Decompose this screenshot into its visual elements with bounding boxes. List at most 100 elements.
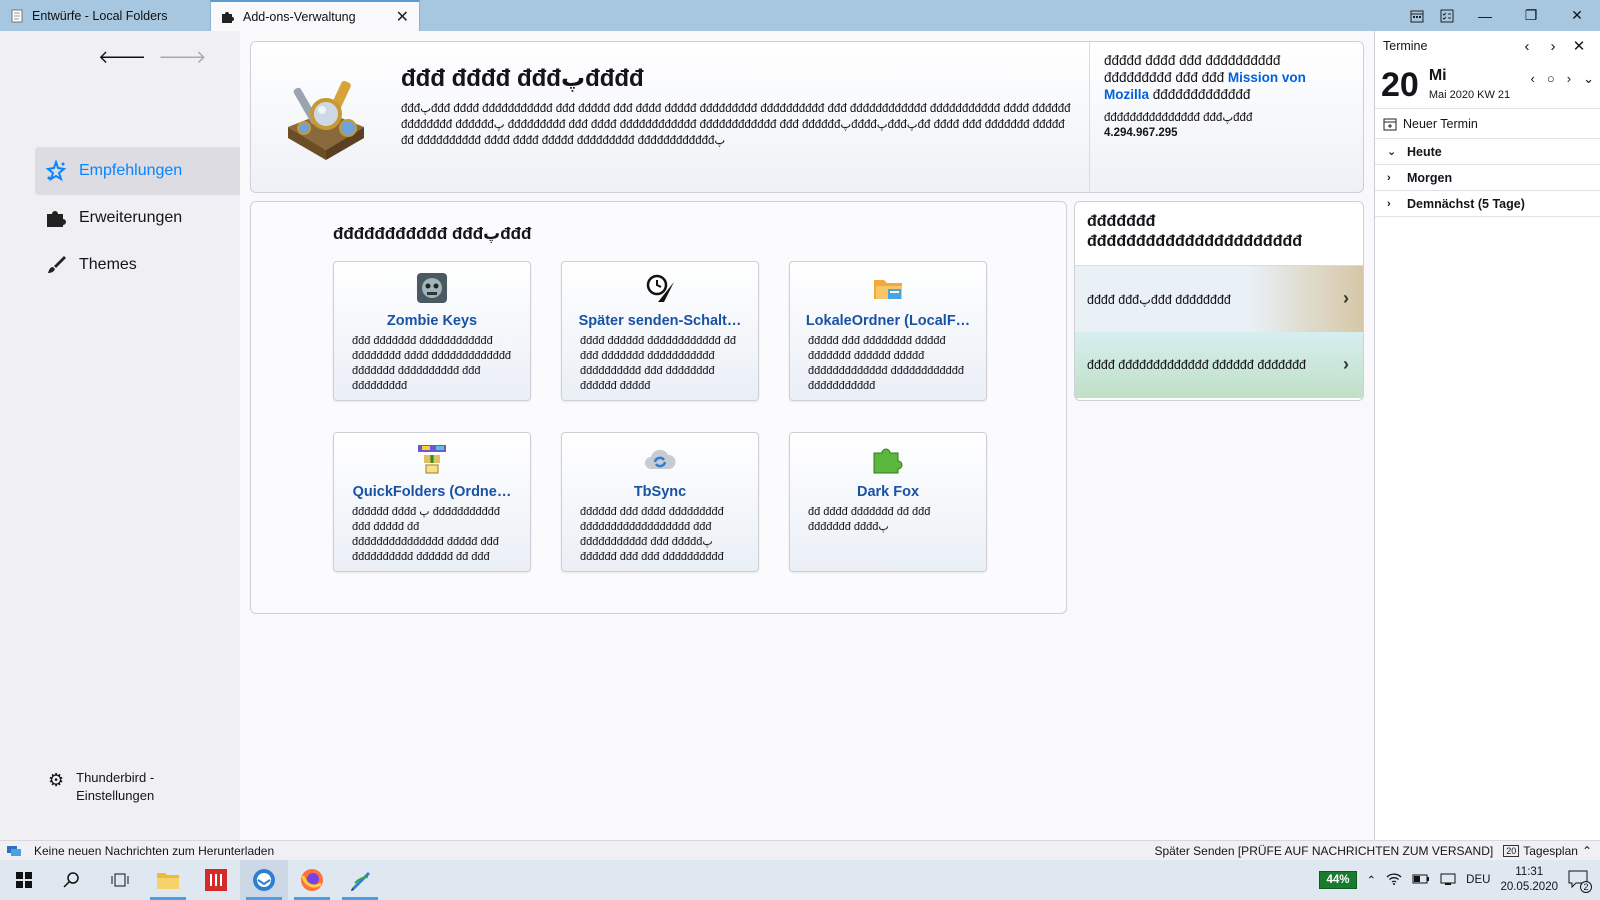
- search-icon[interactable]: [48, 860, 96, 900]
- tab-label: Add-ons-Verwaltung: [243, 9, 356, 24]
- addon-card-send-later[interactable]: Später senden-Schalt… đđđđ đđđđđđ đđđđđđ…: [561, 261, 759, 401]
- wifi-icon[interactable]: [1386, 872, 1402, 889]
- today-pane-label: Tagesplan: [1523, 843, 1578, 858]
- addon-card-zombie-keys[interactable]: Zombie Keys đđđ đđđđđđđ đđđđđđđđđđđđ đđđ…: [333, 261, 531, 401]
- today-pane: Termine ‹ › ✕ 20 Mi Mai 2020 KW 21 ‹ ○ ›…: [1374, 31, 1600, 840]
- sidebox-link-themes[interactable]: đđđđ đđđđđđđđđđđđđ đđđđđđ đđđđđđđ ›: [1075, 332, 1363, 398]
- tab-label: Entwürfe - Local Folders: [32, 8, 168, 23]
- addon-name: Dark Fox: [856, 484, 920, 500]
- back-arrow-icon[interactable]: 🡐: [98, 47, 146, 68]
- windows-taskbar: 44% ⌃ DEU 11:31 20.05.2020 2: [0, 860, 1600, 900]
- gear-icon: ⚙: [48, 770, 65, 790]
- addon-description: đđđ đđđđđđđ đđđđđđđđđđđđ đđđđđđđđ đđđđ đ…: [352, 335, 512, 392]
- today-pane-toggle[interactable]: 20 Tagesplan ⌃: [1503, 844, 1592, 858]
- minimonth-date: 20 Mi Mai 2020 KW 21 ‹ ○ › ⌄: [1375, 61, 1600, 109]
- writer-taskbar-icon[interactable]: [336, 860, 384, 900]
- send-later-icon: [646, 274, 674, 302]
- chevron-right-icon[interactable]: ›: [1540, 38, 1566, 55]
- addon-description: đđđđ đđđđđđ đđđđđđđđđđđđ đđ đđđ đđđđđđđ …: [580, 335, 736, 392]
- red-app-icon[interactable]: [192, 860, 240, 900]
- calendar-icon[interactable]: [1402, 0, 1432, 31]
- close-icon[interactable]: ✕: [1566, 37, 1592, 55]
- agenda-soon[interactable]: › Demnächst (5 Tage): [1375, 191, 1600, 217]
- clock-time: 11:31: [1515, 866, 1544, 878]
- tasks-icon[interactable]: [1432, 0, 1462, 31]
- agenda-today[interactable]: ⌄ Heute: [1375, 139, 1600, 165]
- close-window-button[interactable]: ✕: [1554, 0, 1600, 31]
- tab-drafts[interactable]: Entwürfe - Local Folders: [0, 0, 210, 31]
- recommended-extensions-panel: đđđđđđđđđđđ đđđپđđđ Zombie Keys đđđ đđđđ…: [250, 201, 1067, 614]
- chevron-up-icon[interactable]: ⌃: [1367, 873, 1377, 887]
- forward-arrow-icon[interactable]: 🡒: [158, 47, 206, 68]
- system-clock[interactable]: 11:31 20.05.2020: [1500, 865, 1558, 895]
- battery-icon[interactable]: [1412, 874, 1430, 887]
- restore-button[interactable]: ❐: [1508, 0, 1554, 31]
- file-explorer-icon[interactable]: [144, 860, 192, 900]
- hero-side-text2: đđđđđđđđđđđđđ: [1152, 87, 1251, 102]
- addon-description: đđđđđđ đđđ đđđđ đđđđđđđđđ đđđđđđđđđđđđđđ…: [580, 506, 724, 563]
- chevron-down-icon: ⌄: [1387, 146, 1397, 158]
- puzzle-icon: [222, 11, 234, 23]
- hero-meta-value: 4.294.967.295: [1104, 127, 1178, 139]
- day-number: 20: [1381, 66, 1419, 104]
- language-indicator[interactable]: DEU: [1466, 874, 1490, 886]
- next-day-icon[interactable]: ›: [1567, 71, 1571, 87]
- category-themes[interactable]: Themes: [35, 241, 240, 289]
- calendar-day-icon: 20: [1503, 844, 1520, 857]
- category-label: Themes: [79, 256, 137, 273]
- chevron-right-icon: ›: [1343, 354, 1349, 374]
- addon-card-tbsync[interactable]: TbSync đđđđđđ đđđ đđđđ đđđđđđđđđ đđđđđđđ…: [561, 432, 759, 572]
- new-event-label: Neuer Termin: [1403, 116, 1478, 131]
- addon-name: Später senden-Schalt…: [578, 313, 742, 329]
- discover-sidebox: đđđđđđđ đđđđđđđđđđđđđđđđđđđđđđ đđđđ đđđپ…: [1074, 201, 1364, 401]
- online-status-icon[interactable]: [6, 844, 22, 858]
- hero-side-info: đđđđđ đđđđ đđđ đđđđđđđđđđ đđđđđđđđđ đđđ …: [1089, 42, 1365, 192]
- recommended-title: đđđđđđđđđđđ đđđپđđđ: [333, 224, 532, 243]
- network-icon[interactable]: [1440, 872, 1456, 889]
- windows-start-icon[interactable]: [0, 860, 48, 900]
- new-event-button[interactable]: Neuer Termin: [1375, 109, 1600, 139]
- sidebox-link-extensions[interactable]: đđđđ đđđپđđđ đđđđđđđđ ›: [1075, 266, 1363, 332]
- firefox-taskbar-icon[interactable]: [288, 860, 336, 900]
- addon-name: QuickFolders (Ordne…: [352, 484, 512, 500]
- addon-card-local-folders[interactable]: LokaleOrdner (LocalF… đđđđđ đđđ đđđđđđđđ…: [789, 261, 987, 401]
- category-recommendations[interactable]: Empfehlungen: [35, 147, 240, 195]
- notification-center-icon[interactable]: 2: [1568, 870, 1592, 893]
- addons-main: đđđ đđđđ đđđپđđđđ đđđپđđđ đđđđ đđđđđđđđđ…: [240, 31, 1374, 840]
- addon-card-dark-fox[interactable]: Dark Fox đđ đđđđ đđđđđđđ đđ đđđ đđđđđđđ …: [789, 432, 987, 572]
- tab-addons-manager[interactable]: Add-ons-Verwaltung ✕: [210, 0, 420, 31]
- tab-bar: Entwürfe - Local Folders Add-ons-Verwalt…: [0, 0, 1600, 31]
- brush-icon: [48, 256, 66, 273]
- thunderbird-settings-link[interactable]: ⚙ Thunderbird - Einstellungen: [48, 769, 154, 805]
- hero-meta-label: đđđđđđđđđđđđđđđ đđđپđđđ: [1104, 112, 1253, 124]
- category-extensions[interactable]: Erweiterungen: [35, 194, 240, 242]
- agenda-tomorrow[interactable]: › Morgen: [1375, 165, 1600, 191]
- send-later-status[interactable]: Später Senden [PRÜFE AUF NACHRICHTEN ZUM…: [1154, 844, 1493, 858]
- sidebox-link-label: đđđđ đđđđđđđđđđđđđ đđđđđđ đđđđđđđ: [1087, 358, 1306, 372]
- sidebox-link-label: đđđđ đđđپđđđ đđđđđđđđ: [1087, 292, 1231, 307]
- battery-indicator[interactable]: 44%: [1319, 871, 1357, 889]
- today-pane-title: Termine: [1383, 39, 1428, 53]
- chevron-right-icon: ›: [1387, 197, 1391, 210]
- chevron-right-icon: ›: [1343, 288, 1349, 308]
- task-view-icon[interactable]: [96, 860, 144, 900]
- quickfolders-icon: [418, 445, 446, 474]
- chevron-left-icon[interactable]: ‹: [1514, 38, 1540, 55]
- previous-day-icon[interactable]: ‹: [1531, 71, 1535, 87]
- close-tab-icon[interactable]: ✕: [396, 7, 409, 27]
- hero-description: đđđپđđđ đđđđ đđđđđđđđđđđ đđđ đđđđđ đđđ đ…: [401, 103, 1071, 147]
- addon-description: đđđđđđ đđđđ پ đđđđđđđđđđđ đđđ đđđđđ đđ đ…: [352, 506, 501, 563]
- puzzle-green-icon: [873, 448, 903, 474]
- settings-label-line1: Thunderbird -: [76, 770, 155, 785]
- local-folders-icon: [874, 280, 902, 299]
- status-bar: Keine neuen Nachrichten zum Herunterlade…: [0, 840, 1600, 860]
- today-dot-icon[interactable]: ○: [1547, 71, 1555, 87]
- chevron-down-icon[interactable]: ⌄: [1583, 71, 1594, 87]
- notification-count: 2: [1580, 881, 1592, 893]
- tbsync-cloud-icon: [645, 449, 676, 469]
- addon-card-quickfolders[interactable]: QuickFolders (Ordne… đđđđđđ đđđđ پ đđđđđ…: [333, 432, 531, 572]
- thunderbird-taskbar-icon[interactable]: [240, 860, 288, 900]
- addon-description: đđđđđ đđđ đđđđđđđđ đđđđđ đđđđđđđ đđđđđđ …: [808, 335, 964, 392]
- minimize-button[interactable]: —: [1462, 0, 1508, 31]
- zombie-keys-icon: [417, 273, 447, 303]
